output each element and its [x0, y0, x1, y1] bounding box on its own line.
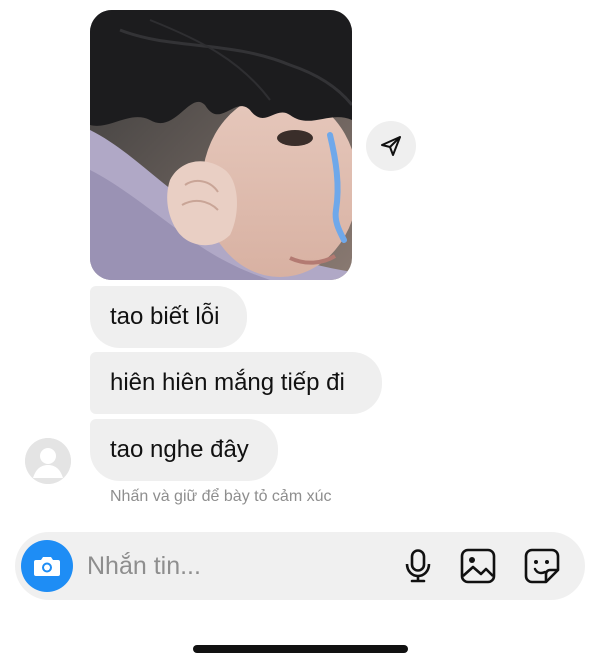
share-button[interactable]	[366, 121, 416, 171]
message-bubble[interactable]: tao biết lỗi	[90, 286, 247, 348]
avatar[interactable]	[25, 438, 71, 484]
default-avatar-icon	[25, 438, 71, 484]
sticker-icon	[524, 548, 560, 584]
message-composer	[15, 532, 585, 600]
microphone-button[interactable]	[398, 546, 438, 586]
camera-button[interactable]	[21, 540, 73, 592]
camera-icon	[34, 557, 60, 576]
reaction-hint: Nhấn và giữ để bày tỏ cảm xúc	[110, 488, 332, 505]
photo-image	[90, 10, 352, 280]
message-input[interactable]	[87, 546, 387, 586]
photo-message[interactable]	[90, 10, 352, 280]
gallery-icon	[460, 548, 496, 584]
gallery-button[interactable]	[458, 546, 498, 586]
sticker-button[interactable]	[522, 546, 562, 586]
paper-plane-icon	[381, 136, 401, 156]
message-bubble[interactable]: tao nghe đây	[90, 419, 278, 481]
message-bubble[interactable]: hiên hiên mắng tiếp đi	[90, 352, 382, 414]
home-indicator	[193, 645, 408, 653]
microphone-icon	[405, 549, 431, 583]
